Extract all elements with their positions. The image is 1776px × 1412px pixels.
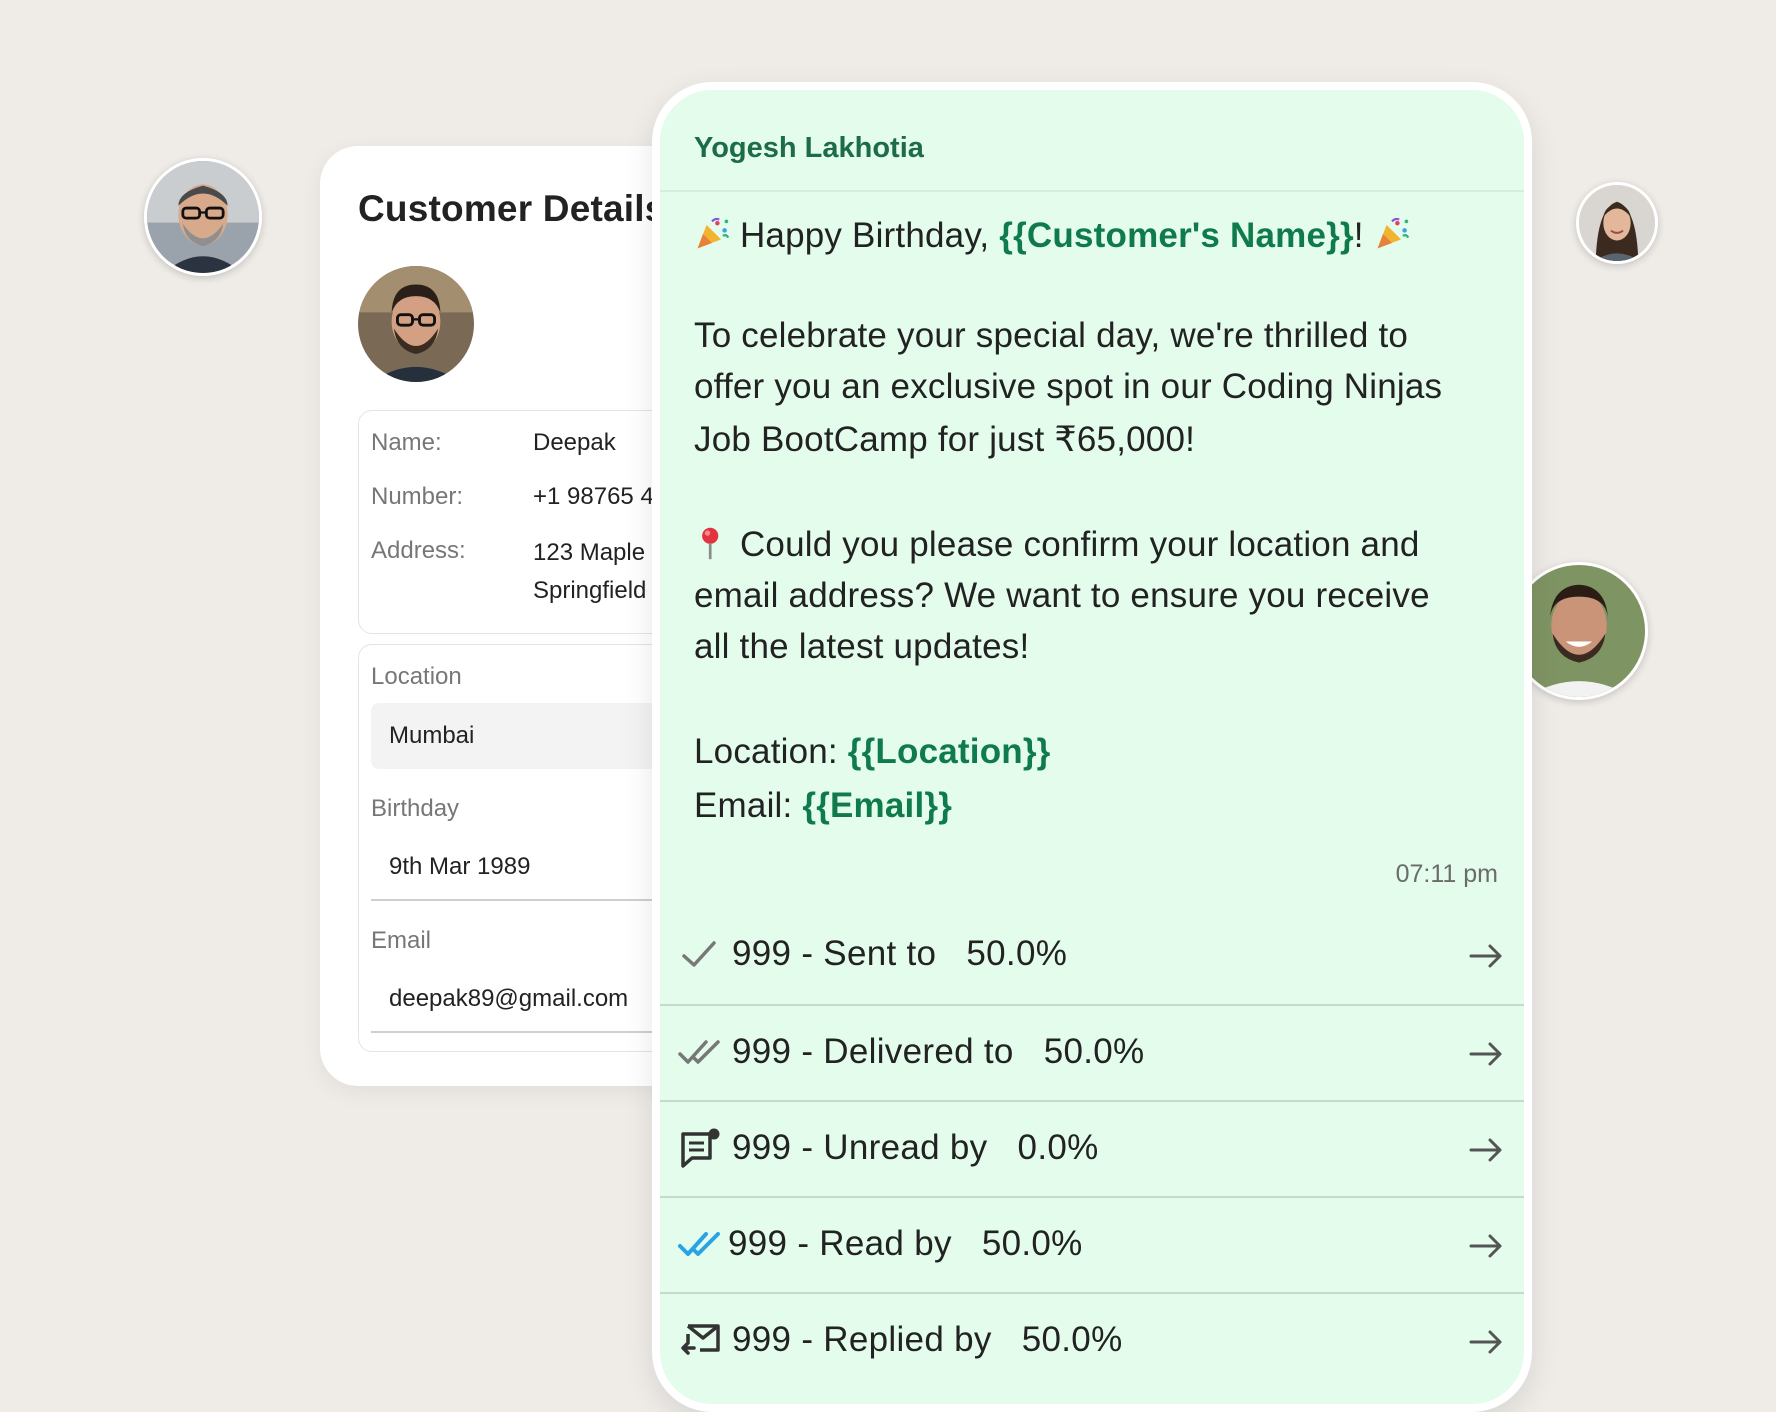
customer-details-title: Customer Details	[358, 188, 666, 229]
confirm-line-1: Could you please confirm your location a…	[694, 525, 1420, 565]
number-label: Number:	[371, 483, 464, 510]
confirm-line-2: email address? We want to ensure you rec…	[694, 576, 1430, 615]
avatar-woman	[1576, 182, 1658, 264]
location-value: Mumbai	[389, 722, 475, 749]
stat-unread-text: 999 - Unread by 0.0%	[732, 1128, 1099, 1167]
stat-delivered-text: 999 - Delivered to 50.0%	[732, 1032, 1145, 1071]
email-line-label: Email:	[694, 786, 803, 825]
birthday-label: Birthday	[371, 795, 460, 822]
arrow-right-icon[interactable]	[1468, 940, 1504, 972]
email-label: Email	[371, 927, 432, 954]
location-variable: {{Location}}	[847, 732, 1051, 771]
read-double-check-icon	[678, 1222, 722, 1266]
customer-avatar	[358, 266, 474, 382]
birthday-value: 9th Mar 1989	[389, 853, 531, 880]
pushpin-icon	[694, 525, 730, 561]
double-check-icon	[678, 1030, 722, 1074]
email-line: Email: {{Email}}	[694, 786, 952, 826]
address-label: Address:	[371, 537, 466, 564]
body-line-1: To celebrate your special day, we're thr…	[694, 316, 1409, 355]
location-label: Location	[371, 663, 462, 690]
stat-row-replied[interactable]: 999 - Replied by 50.0%	[660, 1292, 1524, 1390]
greeting-text: Happy Birthday,	[739, 216, 1000, 255]
unread-message-icon	[678, 1126, 722, 1170]
email-value: deepak89@gmail.com	[389, 985, 629, 1012]
location-line-label: Location:	[694, 732, 848, 771]
stat-sent-text: 999 - Sent to 50.0%	[732, 934, 1068, 973]
stat-row-read[interactable]: 999 - Read by 50.0%	[660, 1196, 1524, 1294]
confirm-line-3: all the latest updates!	[694, 627, 1030, 666]
arrow-right-icon[interactable]	[1468, 1326, 1504, 1358]
arrow-right-icon[interactable]	[1468, 1038, 1504, 1070]
party-popper-icon	[1374, 216, 1410, 252]
greeting-line: Happy Birthday, {{Customer's Name}}!	[694, 216, 1410, 256]
location-line: Location: {{Location}}	[694, 732, 1051, 772]
message-time: 07:11 pm	[1395, 860, 1498, 888]
sender-name: Yogesh Lakhotia	[694, 132, 924, 164]
email-variable: {{Email}}	[802, 786, 953, 825]
greeting-suffix: !	[1353, 216, 1364, 255]
party-popper-icon	[694, 216, 730, 252]
body-line-3: Job BootCamp for just ₹65,000!	[694, 420, 1196, 459]
stat-read-text: 999 - Read by 50.0%	[728, 1224, 1083, 1263]
stat-row-unread[interactable]: 999 - Unread by 0.0%	[660, 1100, 1524, 1198]
arrow-right-icon[interactable]	[1468, 1134, 1504, 1166]
header-divider	[660, 190, 1524, 192]
reply-mail-icon	[678, 1318, 722, 1362]
address-value-line2: Springfield	[533, 577, 647, 604]
confirm-text-1: Could you please confirm your location a…	[739, 525, 1420, 564]
arrow-right-icon[interactable]	[1468, 1230, 1504, 1262]
check-icon	[678, 932, 722, 976]
stat-row-sent[interactable]: 999 - Sent to 50.0%	[660, 908, 1524, 1004]
name-label: Name:	[371, 429, 442, 456]
avatar-man-glasses	[144, 158, 262, 276]
customer-name-variable: {{Customer's Name}}	[999, 216, 1354, 255]
body-line-2: offer you an exclusive spot in our Codin…	[694, 367, 1443, 406]
stat-row-delivered[interactable]: 999 - Delivered to 50.0%	[660, 1004, 1524, 1102]
message-card: Yogesh Lakhotia Happy Birthday, {{Custom…	[652, 82, 1532, 1412]
stat-replied-text: 999 - Replied by 50.0%	[732, 1320, 1123, 1359]
name-value: Deepak	[533, 429, 616, 456]
